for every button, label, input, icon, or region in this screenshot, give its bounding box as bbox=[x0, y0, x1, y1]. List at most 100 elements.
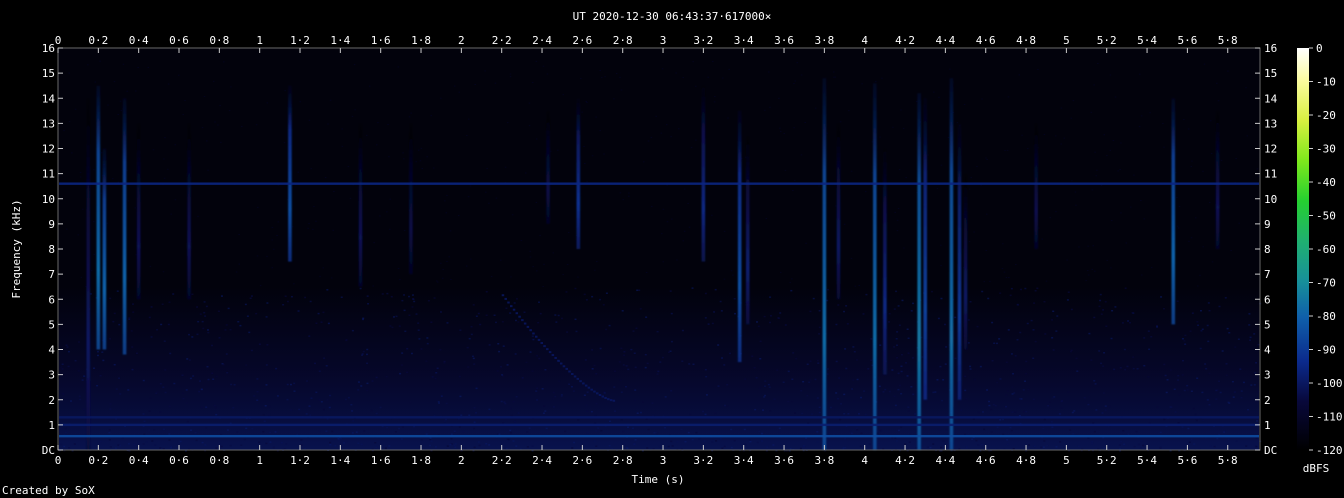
noise-speckle bbox=[1054, 135, 1057, 137]
noise-speckle bbox=[387, 124, 389, 126]
noise-speckle bbox=[308, 223, 310, 225]
noise-speckle bbox=[1216, 82, 1218, 84]
noise-speckle bbox=[514, 319, 517, 322]
noise-speckle bbox=[411, 306, 414, 308]
noise-speckle bbox=[1066, 259, 1068, 261]
noise-speckle bbox=[905, 362, 908, 364]
colorbar bbox=[1297, 48, 1309, 450]
noise-speckle bbox=[1187, 128, 1190, 130]
transient-streak bbox=[745, 135, 750, 325]
noise-speckle bbox=[150, 336, 153, 338]
transient-streak bbox=[957, 123, 962, 400]
noise-speckle bbox=[64, 427, 67, 430]
noise-speckle bbox=[1253, 333, 1256, 335]
noise-speckle bbox=[1051, 426, 1054, 428]
noise-speckle bbox=[194, 431, 197, 434]
noise-speckle bbox=[155, 392, 158, 395]
y-tick-label: 1 bbox=[48, 419, 55, 432]
noise-speckle bbox=[1219, 391, 1222, 394]
noise-speckle bbox=[212, 80, 215, 82]
noise-speckle bbox=[1195, 419, 1198, 422]
noise-speckle bbox=[1147, 330, 1150, 332]
noise-speckle bbox=[93, 253, 95, 255]
noise-speckle bbox=[250, 295, 253, 297]
noise-speckle bbox=[205, 305, 208, 308]
noise-speckle bbox=[1215, 389, 1218, 392]
sweep-trace bbox=[554, 356, 557, 359]
noise-speckle bbox=[858, 285, 860, 287]
noise-speckle bbox=[1027, 148, 1029, 150]
noise-speckle bbox=[1132, 367, 1135, 370]
noise-speckle bbox=[168, 301, 171, 303]
noise-speckle bbox=[149, 265, 152, 267]
noise-speckle bbox=[189, 377, 192, 380]
noise-speckle bbox=[398, 427, 401, 430]
noise-speckle bbox=[793, 83, 795, 85]
noise-speckle bbox=[1058, 413, 1061, 415]
noise-speckle bbox=[433, 297, 436, 299]
noise-speckle bbox=[1085, 280, 1087, 282]
noise-speckle bbox=[112, 320, 115, 323]
noise-speckle bbox=[215, 447, 218, 449]
noise-speckle bbox=[581, 111, 583, 113]
noise-speckle bbox=[605, 292, 608, 294]
noise-speckle bbox=[494, 82, 497, 84]
noise-speckle bbox=[191, 336, 194, 338]
noise-speckle bbox=[81, 379, 84, 381]
noise-speckle bbox=[1228, 402, 1231, 404]
noise-speckle bbox=[895, 344, 898, 347]
sweep-trace bbox=[582, 382, 585, 385]
noise-speckle bbox=[704, 317, 707, 319]
noise-speckle bbox=[834, 205, 837, 207]
noise-speckle bbox=[241, 125, 243, 127]
noise-speckle bbox=[308, 405, 311, 407]
noise-speckle bbox=[114, 447, 117, 449]
noise-speckle bbox=[827, 288, 830, 291]
noise-speckle bbox=[523, 311, 526, 314]
sweep-trace bbox=[504, 297, 507, 300]
noise-speckle bbox=[1249, 336, 1252, 339]
noise-speckle bbox=[230, 383, 233, 386]
noise-speckle bbox=[989, 280, 991, 282]
noise-speckle bbox=[445, 418, 448, 421]
noise-speckle bbox=[993, 342, 996, 345]
noise-speckle bbox=[1036, 287, 1039, 290]
noise-speckle bbox=[504, 166, 507, 168]
x-tick-label: 4·8 bbox=[1016, 34, 1036, 47]
x-tick-label: 4·2 bbox=[895, 34, 915, 47]
x-tick-label: 0·2 bbox=[88, 34, 108, 47]
sweep-trace bbox=[598, 394, 602, 397]
noise-speckle bbox=[938, 96, 940, 98]
noise-speckle bbox=[723, 364, 726, 366]
noise-speckle bbox=[1060, 407, 1063, 409]
noise-speckle bbox=[1196, 377, 1199, 379]
noise-speckle bbox=[1077, 445, 1080, 447]
noise-speckle bbox=[871, 141, 873, 143]
noise-speckle bbox=[268, 414, 271, 417]
noise-speckle bbox=[133, 443, 136, 446]
noise-speckle bbox=[843, 412, 846, 415]
noise-speckle bbox=[914, 413, 917, 415]
noise-speckle bbox=[401, 426, 404, 428]
noise-speckle bbox=[662, 261, 665, 263]
noise-speckle bbox=[249, 297, 252, 300]
noise-speckle bbox=[185, 402, 188, 404]
credit-text: Created by SoX bbox=[2, 484, 95, 497]
noise-speckle bbox=[67, 350, 70, 353]
noise-speckle bbox=[760, 432, 763, 435]
noise-speckle bbox=[764, 380, 767, 382]
noise-speckle bbox=[944, 363, 947, 365]
sweep-trace bbox=[532, 332, 535, 335]
noise-speckle bbox=[1104, 405, 1107, 407]
noise-speckle bbox=[337, 437, 340, 440]
noise-speckle bbox=[521, 377, 524, 379]
noise-speckle bbox=[388, 445, 391, 447]
noise-speckle bbox=[446, 194, 448, 196]
noise-speckle bbox=[707, 76, 710, 78]
x-tick-label: 3·2 bbox=[693, 454, 713, 467]
noise-speckle bbox=[844, 446, 847, 449]
noise-speckle bbox=[665, 124, 668, 126]
noise-speckle bbox=[265, 442, 268, 445]
noise-speckle bbox=[235, 271, 238, 273]
noise-speckle bbox=[1208, 403, 1211, 406]
